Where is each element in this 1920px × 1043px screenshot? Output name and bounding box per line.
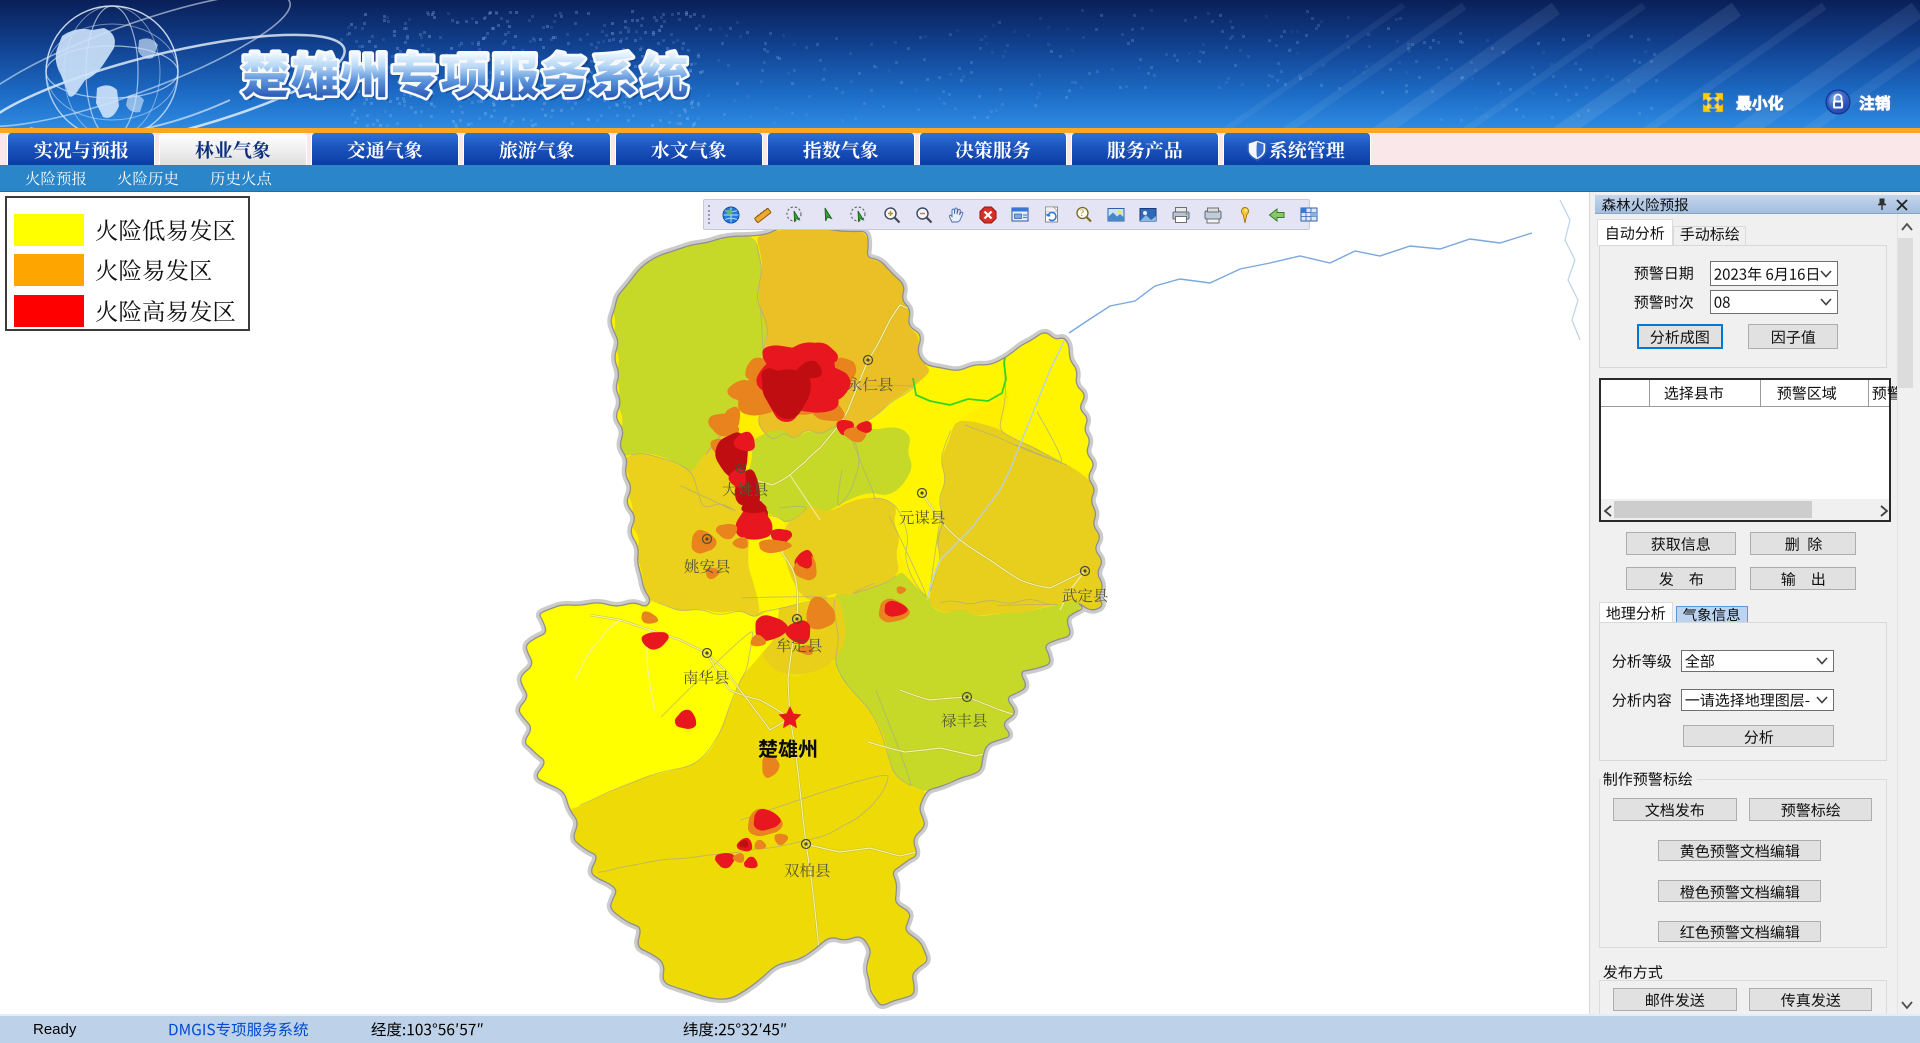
svg-text:?: ?: [1080, 208, 1084, 218]
